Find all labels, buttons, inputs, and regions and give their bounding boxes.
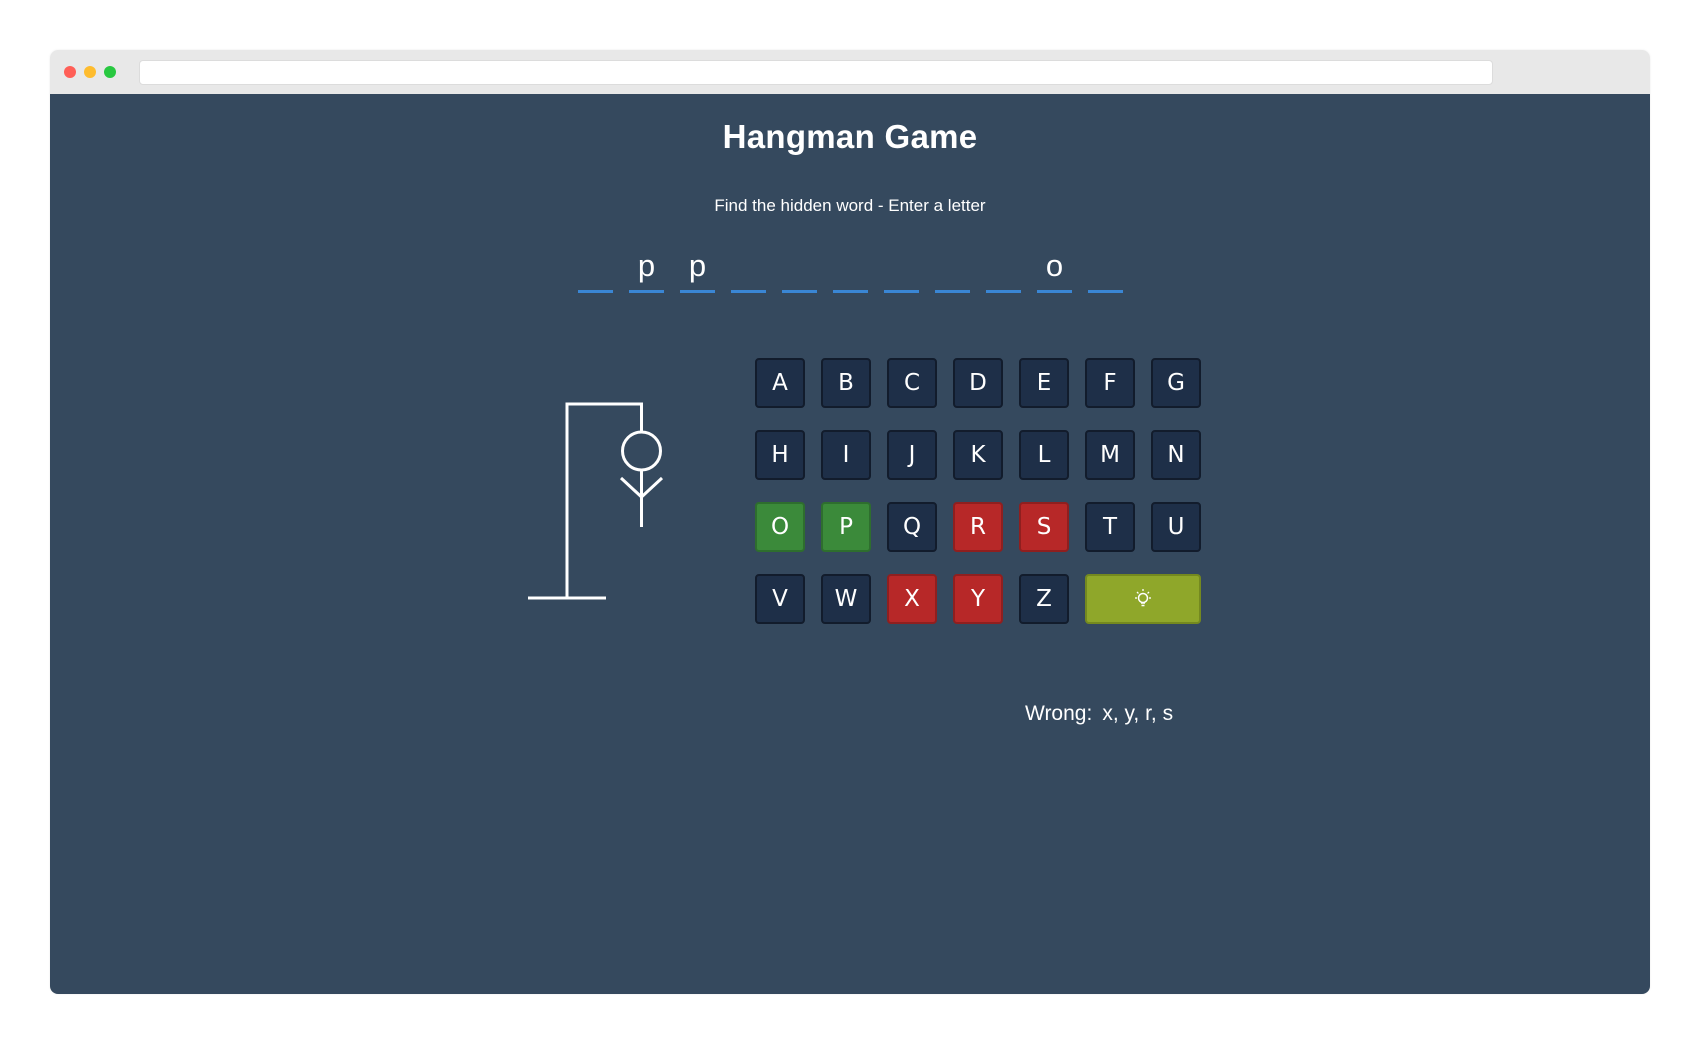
hint-button[interactable] xyxy=(1085,574,1201,624)
letter-slot: p xyxy=(629,246,664,293)
key-g[interactable]: G xyxy=(1151,358,1201,408)
key-j[interactable]: J xyxy=(887,430,937,480)
key-q[interactable]: Q xyxy=(887,502,937,552)
letter-slot xyxy=(1088,246,1123,293)
key-o[interactable]: O xyxy=(755,502,805,552)
letter-slot xyxy=(986,246,1021,293)
key-c[interactable]: C xyxy=(887,358,937,408)
key-u[interactable]: U xyxy=(1151,502,1201,552)
hangman-left-arm xyxy=(619,476,643,499)
key-e[interactable]: E xyxy=(1019,358,1069,408)
key-v[interactable]: V xyxy=(755,574,805,624)
browser-titlebar xyxy=(50,50,1650,94)
key-a[interactable]: A xyxy=(755,358,805,408)
key-z[interactable]: Z xyxy=(1019,574,1069,624)
hangman-head xyxy=(621,430,662,472)
address-bar[interactable] xyxy=(139,60,1493,85)
key-l[interactable]: L xyxy=(1019,430,1069,480)
key-i[interactable]: I xyxy=(821,430,871,480)
key-w[interactable]: W xyxy=(821,574,871,624)
letter-slot xyxy=(935,246,970,293)
letter-slot: p xyxy=(680,246,715,293)
wrong-guesses: Wrong: x, y, r, s xyxy=(1025,702,1173,726)
letter-slot: o xyxy=(1037,246,1072,293)
key-k[interactable]: K xyxy=(953,430,1003,480)
key-p[interactable]: P xyxy=(821,502,871,552)
letter-slot xyxy=(782,246,817,293)
key-s[interactable]: S xyxy=(1019,502,1069,552)
hidden-word: pp o xyxy=(578,246,1139,306)
key-x[interactable]: X xyxy=(887,574,937,624)
key-f[interactable]: F xyxy=(1085,358,1135,408)
lightbulb-icon xyxy=(1135,589,1151,607)
browser-window: Hangman Game Find the hidden word - Ente… xyxy=(50,50,1650,994)
close-window-button[interactable] xyxy=(64,66,76,78)
maximize-window-button[interactable] xyxy=(104,66,116,78)
hangman-right-arm xyxy=(640,476,664,499)
letter-slot xyxy=(578,246,613,293)
instructions-text: Find the hidden word - Enter a letter xyxy=(714,196,986,215)
letter-keyboard: ABCDEFG HIJKLMN OPQRSTU VWXYZ xyxy=(755,358,1201,624)
key-y[interactable]: Y xyxy=(953,574,1003,624)
minimize-window-button[interactable] xyxy=(84,66,96,78)
key-n[interactable]: N xyxy=(1151,430,1201,480)
letter-slot xyxy=(731,246,766,293)
key-r[interactable]: R xyxy=(953,502,1003,552)
letter-slot xyxy=(833,246,868,293)
wrong-letters: x, y, r, s xyxy=(1102,702,1174,725)
page-title: Hangman Game xyxy=(722,118,978,155)
key-h[interactable]: H xyxy=(755,430,805,480)
letter-slot xyxy=(884,246,919,293)
key-d[interactable]: D xyxy=(953,358,1003,408)
key-m[interactable]: M xyxy=(1085,430,1135,480)
hangman-drawing xyxy=(528,402,664,600)
wrong-label: Wrong: xyxy=(1025,702,1093,725)
key-b[interactable]: B xyxy=(821,358,871,408)
key-t[interactable]: T xyxy=(1085,502,1135,552)
game-page: Hangman Game Find the hidden word - Ente… xyxy=(50,94,1650,994)
